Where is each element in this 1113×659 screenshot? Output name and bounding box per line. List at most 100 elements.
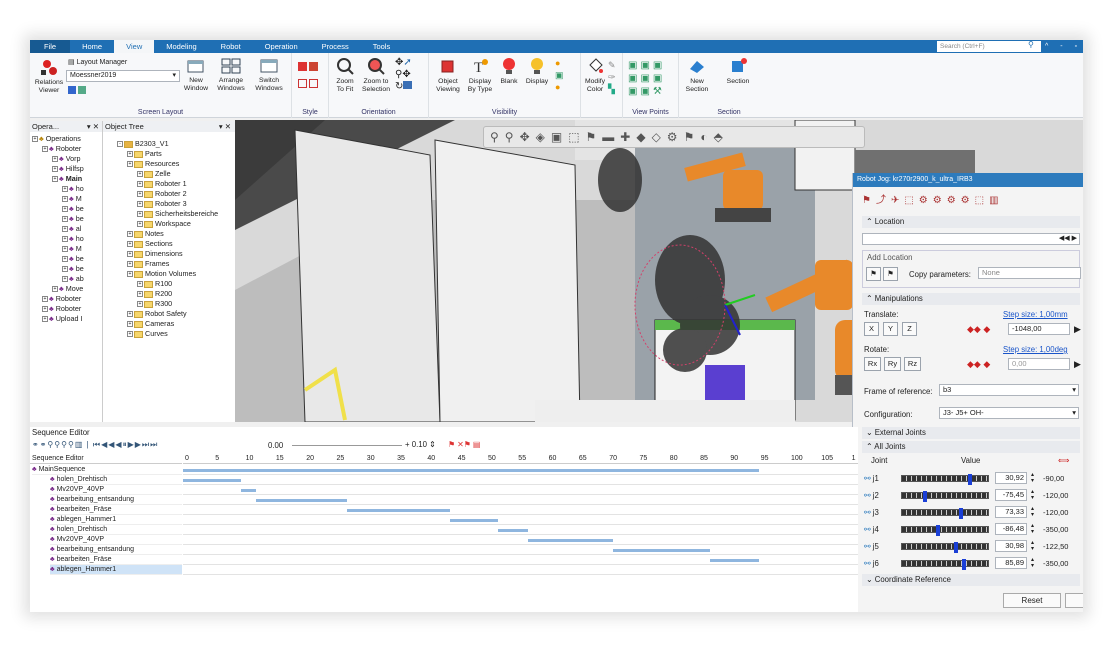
sequence-row-label[interactable]: ♣ bearbeiten_Fräse xyxy=(50,555,182,565)
joint-slider-thumb[interactable] xyxy=(923,491,927,502)
joint-slider[interactable] xyxy=(901,474,989,485)
timeline-bar[interactable] xyxy=(528,539,614,542)
sequence-toolbar[interactable]: ⚭⚭⚲⚲⚲⚲▥ | ⏮◀◀◀⏸▶▶⏭⏭ xyxy=(32,440,158,450)
operation-item[interactable]: + ♣ Hilfsp xyxy=(52,164,84,174)
tree-item[interactable]: + Curves xyxy=(127,329,168,339)
joint-value-field[interactable]: -86,48 xyxy=(995,523,1027,535)
location-section[interactable]: ⌃ Location xyxy=(862,216,1080,228)
timeline-bar[interactable] xyxy=(346,509,450,512)
zoom-to-selection-button[interactable]: Zoom to Selection xyxy=(359,57,393,94)
joint-slider-thumb[interactable] xyxy=(935,525,940,536)
reset-button[interactable]: Reset xyxy=(1003,593,1061,608)
joint-spinner[interactable]: ▴ ▾ xyxy=(1028,557,1037,569)
object-viewing-button[interactable]: Object Viewing xyxy=(432,57,464,94)
operation-item[interactable]: + ♣ be xyxy=(62,214,84,224)
tree-item[interactable]: + Cameras xyxy=(127,319,174,329)
operation-item[interactable]: + ♣ be xyxy=(62,264,84,274)
coordinate-reference-section[interactable]: ⌄ Coordinate Reference xyxy=(862,574,1080,586)
joint-slider[interactable] xyxy=(901,525,989,536)
tree-item[interactable]: + Sicherheitsbereiche xyxy=(137,209,218,219)
joint-spinner[interactable]: ▴ ▾ xyxy=(1028,540,1037,552)
timeline-bar[interactable] xyxy=(710,559,759,562)
timeline-bar[interactable] xyxy=(240,489,256,492)
tree-item[interactable]: + Dimensions xyxy=(127,249,183,259)
tree-item[interactable]: + Sections xyxy=(127,239,173,249)
tree-item[interactable]: + Notes xyxy=(127,229,164,239)
operation-item[interactable]: + ♣ Roboter xyxy=(42,294,81,304)
display-button[interactable]: Display xyxy=(523,57,551,86)
time-slider[interactable] xyxy=(292,445,402,446)
sequence-row-label[interactable]: ♣ ablegen_Hammer1 xyxy=(50,565,182,575)
operation-item[interactable]: + ♣ ab xyxy=(62,274,84,284)
operation-item[interactable]: + ♣ al xyxy=(62,224,81,234)
tab-robot[interactable]: Robot xyxy=(209,40,253,53)
search-input[interactable]: Search (Ctrl+F) xyxy=(937,41,1041,52)
operation-item[interactable]: + ♣ Operations xyxy=(32,134,81,144)
tab-operation[interactable]: Operation xyxy=(253,40,310,53)
step-label[interactable]: + 0.10 ⇕ xyxy=(405,440,436,449)
rotate-value-field[interactable]: 0,00 xyxy=(1008,358,1070,370)
operations-panel-header[interactable]: Opera... ▾ ✕ xyxy=(30,121,102,132)
sequence-row-label[interactable]: ♣ Mv20VP_40VP xyxy=(50,485,182,495)
section-button[interactable]: Section xyxy=(721,57,755,86)
object-tree-header[interactable]: Object Tree ▾ ✕ xyxy=(102,121,235,132)
close-button[interactable] xyxy=(1065,593,1083,608)
joint-spinner[interactable]: ▴ ▾ xyxy=(1028,506,1037,518)
tree-item[interactable]: + Motion Volumes xyxy=(127,269,196,279)
joint-slider-thumb[interactable] xyxy=(962,559,967,570)
tree-item[interactable]: + Roboter 2 xyxy=(137,189,187,199)
tree-item[interactable]: + R300 xyxy=(137,299,172,309)
joint-value-field[interactable]: 73,33 xyxy=(995,506,1027,518)
layout-manager-button[interactable]: ▤ Layout Manager xyxy=(68,58,127,66)
tab-modeling[interactable]: Modeling xyxy=(154,40,208,53)
tab-file[interactable]: File xyxy=(30,40,71,53)
tab-view[interactable]: View xyxy=(114,40,155,53)
tree-item[interactable]: + Workspace xyxy=(137,219,191,229)
timeline-bar[interactable] xyxy=(449,519,499,522)
joint-slider-thumb[interactable] xyxy=(954,542,959,553)
axis-rx-button[interactable]: Rx xyxy=(864,357,881,371)
layout-select[interactable]: Moessner2019 ▾ xyxy=(66,70,180,82)
visibility-small-icons[interactable]: ● ▣ ● xyxy=(555,57,564,93)
operation-item[interactable]: + ♣ Upload I xyxy=(42,314,83,324)
joint-slider-thumb[interactable] xyxy=(967,474,972,485)
axis-x-button[interactable]: X xyxy=(864,322,879,336)
sequence-tools-icons[interactable]: ⚑ ✕⚑ ▤ xyxy=(448,440,480,449)
location-nav-icons[interactable]: ◀◀ ▶ xyxy=(1059,234,1077,244)
frame-select[interactable]: b3 ▾ xyxy=(939,384,1079,396)
operation-item[interactable]: + ♣ ho xyxy=(62,184,84,194)
tree-item[interactable]: + R200 xyxy=(137,289,172,299)
blank-button[interactable]: Blank xyxy=(497,57,521,86)
external-joints-section[interactable]: ⌄ External Joints xyxy=(862,427,1080,439)
timeline-bar[interactable] xyxy=(498,529,529,532)
copy-params-field[interactable]: None xyxy=(978,267,1081,279)
joint-slider-thumb[interactable] xyxy=(959,508,964,519)
axis-rz-button[interactable]: Rz xyxy=(904,357,921,371)
tab-home[interactable]: Home xyxy=(70,40,114,53)
joint-value-field[interactable]: -75,45 xyxy=(995,489,1027,501)
joint-value-field[interactable]: 30,92 xyxy=(995,472,1027,484)
operation-item[interactable]: + ♣ be xyxy=(62,254,84,264)
joint-slider[interactable] xyxy=(901,542,989,553)
operation-item[interactable]: + ♣ M xyxy=(62,244,82,254)
joint-slider[interactable] xyxy=(901,559,989,570)
relations-viewer-button[interactable]: Relations Viewer xyxy=(34,58,64,95)
tree-item[interactable]: + Frames xyxy=(127,259,169,269)
sequence-row-label[interactable]: ♣ MainSequence xyxy=(32,465,182,475)
add-location-button-1[interactable]: ⚑ xyxy=(866,267,881,281)
sequence-row-label[interactable]: ♣ ablegen_Hammer1 xyxy=(50,515,182,525)
color-small-icons[interactable]: ✎ ✑ ▚ xyxy=(608,59,616,95)
tree-item[interactable]: + Resources xyxy=(127,159,179,169)
tree-item[interactable]: + Parts xyxy=(127,149,162,159)
tree-item[interactable]: + R100 xyxy=(137,279,172,289)
tab-process[interactable]: Process xyxy=(310,40,361,53)
window-controls[interactable]: ^ - ▫ xyxy=(1045,40,1082,53)
arrange-windows-button[interactable]: Arrange Windows xyxy=(213,58,249,93)
close-icon[interactable]: ▾ ✕ xyxy=(87,121,99,132)
sequence-row-label[interactable]: ♣ bearbeiten_Fräse xyxy=(50,505,182,515)
sequence-row-label[interactable]: ♣ bearbeitung_entsandung xyxy=(50,545,182,555)
joint-spinner[interactable]: ▴ ▾ xyxy=(1028,489,1037,501)
new-section-button[interactable]: New Section xyxy=(681,57,713,94)
operation-item[interactable]: + ♣ Move xyxy=(52,284,83,294)
new-window-button[interactable]: New Window xyxy=(180,58,212,93)
